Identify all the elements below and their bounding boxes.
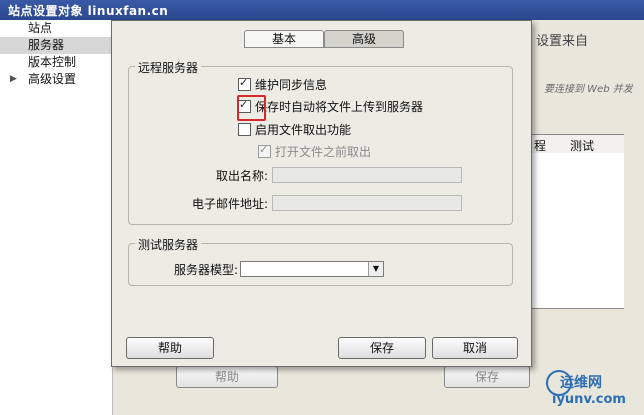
column-test[interactable]: 测试 (570, 137, 594, 154)
sidebar-item-servers[interactable]: 服务器 (0, 37, 112, 54)
watermark-text: 运维网 (560, 375, 602, 391)
help-button[interactable]: 帮助 (126, 337, 214, 359)
server-model-select[interactable]: ▼ (240, 261, 384, 277)
maintain-sync-checkbox[interactable]: 维护同步信息 (238, 76, 327, 93)
sidebar-item-site[interactable]: 站点 (0, 20, 112, 37)
checkout-on-open-checkbox: 打开文件之前取出 (258, 143, 371, 160)
email-address-label: 电子邮件地址: (191, 197, 268, 211)
checkbox-checked-icon[interactable] (238, 76, 251, 91)
cancel-button[interactable]: 取消 (432, 337, 518, 359)
connect-web-text: 要连接到 Web 并发 (544, 84, 633, 95)
remote-server-group-label: 远程服务器 (135, 59, 202, 76)
checkbox-checked-disabled-icon (258, 143, 271, 158)
parent-save-button[interactable]: 保存 (444, 366, 530, 388)
dropdown-arrow-icon[interactable]: ▼ (368, 262, 383, 276)
checkout-name-input[interactable] (272, 167, 462, 183)
site-setup-title: 站点设置对象 linuxfan.cn (8, 4, 169, 18)
tab-advanced[interactable]: 高级 (324, 30, 404, 48)
expand-arrow-icon[interactable]: ▶ (10, 71, 17, 88)
site-setup-title-bar: 站点设置对象 linuxfan.cn (0, 0, 644, 20)
watermark-url: iyunv.com (552, 392, 626, 407)
sidebar-item-advanced-settings[interactable]: ▶ 高级设置 (0, 71, 112, 88)
tab-basic[interactable]: 基本 (244, 30, 324, 48)
parent-help-button[interactable]: 帮助 (176, 366, 278, 388)
server-table-header: 程 测试 (528, 134, 624, 154)
site-setup-sidebar: 站点 服务器 版本控制 ▶ 高级设置 (0, 20, 113, 90)
sidebar-item-version-control[interactable]: 版本控制 (0, 54, 112, 71)
server-model-label: 服务器模型: (173, 263, 238, 277)
test-server-group-label: 测试服务器 (135, 236, 202, 253)
checkbox-unchecked-icon[interactable] (238, 123, 251, 136)
enable-checkout-checkbox[interactable]: 启用文件取出功能 (238, 121, 351, 138)
red-highlight-box (237, 95, 266, 121)
settings-from-text: 设置来自 (536, 34, 589, 49)
server-advanced-dialog: 基本 高级 远程服务器 维护同步信息 保存时自动将文件上传到服务器 启用文件取出… (111, 20, 532, 367)
checkout-name-label: 取出名称: (215, 169, 268, 183)
save-button[interactable]: 保存 (338, 337, 426, 359)
column-remote[interactable]: 程 (534, 137, 546, 154)
email-address-input[interactable] (272, 195, 462, 211)
server-table-body (528, 153, 624, 309)
sidebar-empty-area (0, 90, 113, 415)
